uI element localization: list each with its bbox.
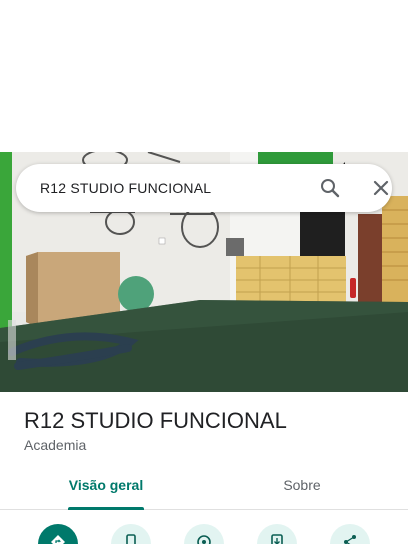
- phone-icon: [126, 534, 136, 544]
- tab-selected-indicator: [68, 507, 144, 510]
- call-button[interactable]: [111, 524, 151, 544]
- close-icon[interactable]: [369, 176, 393, 200]
- add-to-phone-icon: [271, 534, 283, 544]
- place-title: R12 STUDIO FUNCIONAL: [24, 408, 287, 433]
- directions-button[interactable]: [38, 524, 78, 544]
- location-icon: [197, 535, 211, 544]
- share-button[interactable]: [330, 524, 370, 544]
- share-icon: [344, 535, 356, 544]
- place-category[interactable]: Academia: [24, 437, 86, 453]
- send-to-phone-button[interactable]: [257, 524, 297, 544]
- tab-overview-label: Visão geral: [68, 477, 144, 493]
- tab-overview[interactable]: Visão geral: [60, 462, 152, 510]
- search-bar[interactable]: R12 STUDIO FUNCIONAL: [16, 164, 392, 212]
- location-button[interactable]: [184, 524, 224, 544]
- action-buttons: [0, 520, 408, 544]
- tab-about-label: Sobre: [283, 477, 321, 493]
- directions-icon: [51, 535, 65, 544]
- search-icon[interactable]: [318, 176, 342, 200]
- search-input[interactable]: R12 STUDIO FUNCIONAL: [40, 164, 211, 212]
- tab-bar: Visão geral Sobre: [0, 462, 408, 510]
- tab-about[interactable]: Sobre: [262, 462, 342, 509]
